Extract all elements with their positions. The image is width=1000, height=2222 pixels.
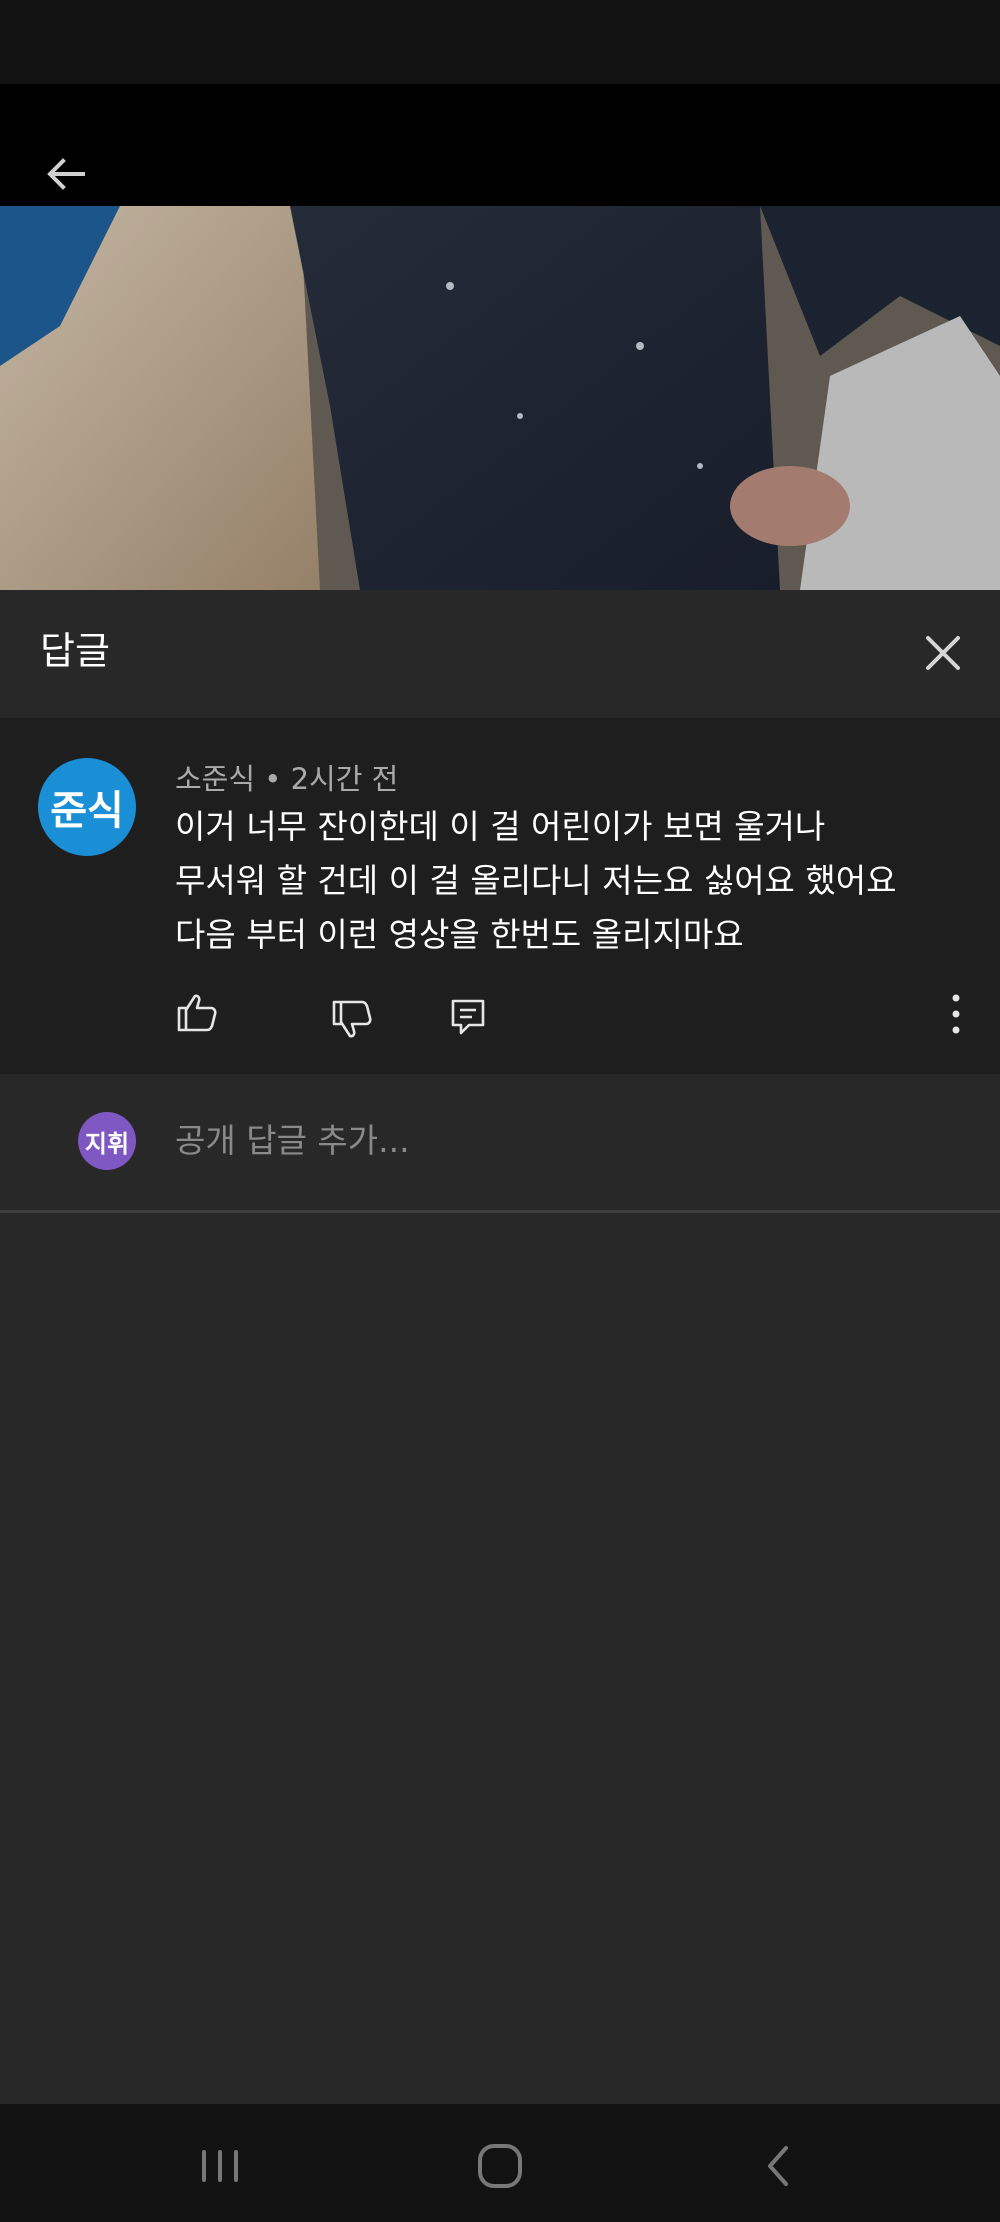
more-options-button[interactable] (936, 990, 976, 1038)
user-avatar-text: 지휘 (84, 1129, 130, 1158)
comment-line: 무서워 할 건데 이 걸 올리다니 저는요 싫어요 했어요 (175, 861, 897, 900)
arrow-left-icon (47, 158, 85, 190)
user-avatar: 지휘 (78, 1112, 136, 1170)
close-button[interactable] (920, 630, 966, 676)
input-divider (0, 1210, 1000, 1213)
back-chevron-icon (768, 2146, 788, 2186)
reply-button[interactable] (448, 996, 492, 1040)
meta-separator: • (264, 762, 282, 796)
comment-line: 이거 너무 잔이한데 이 걸 어린이가 보면 울거나 (175, 807, 826, 846)
video-header (0, 84, 1000, 206)
reply-panel-title: 답글 (40, 629, 110, 673)
system-back-button[interactable] (750, 2140, 810, 2192)
reply-panel-header (0, 590, 1000, 718)
comment-time: 2시간 전 (290, 762, 399, 796)
commenter-avatar-text: 준식 (50, 788, 124, 834)
thumbs-down-icon (332, 1000, 372, 1038)
more-vertical-icon (952, 994, 960, 1034)
home-icon (478, 2144, 522, 2188)
comment-author[interactable]: 소준식 (175, 762, 255, 796)
dislike-button[interactable] (330, 998, 374, 1042)
video-thumbnail[interactable] (0, 206, 1000, 590)
recent-apps-button[interactable] (190, 2140, 250, 2192)
comment-meta: 소준식 • 2시간 전 (175, 756, 398, 798)
home-button[interactable] (470, 2140, 530, 2192)
like-button[interactable] (175, 990, 219, 1034)
comment-line: 다음 부터 이런 영상을 한번도 올리지마요 (175, 915, 744, 954)
video-frame-image (0, 206, 1000, 590)
comment-icon (451, 999, 485, 1035)
close-icon (926, 636, 960, 670)
reply-input-row (0, 1074, 1000, 1210)
comment-body: 이거 너무 잔이한데 이 걸 어린이가 보면 울거나 무서워 할 건데 이 걸 … (175, 800, 975, 962)
reply-input[interactable]: 공개 답글 추가... (175, 1114, 410, 1162)
thumbs-up-icon (177, 994, 217, 1032)
recent-apps-icon (202, 2150, 238, 2182)
status-bar (0, 0, 1000, 84)
commenter-avatar[interactable]: 준식 (38, 758, 136, 856)
back-button[interactable] (40, 148, 92, 200)
